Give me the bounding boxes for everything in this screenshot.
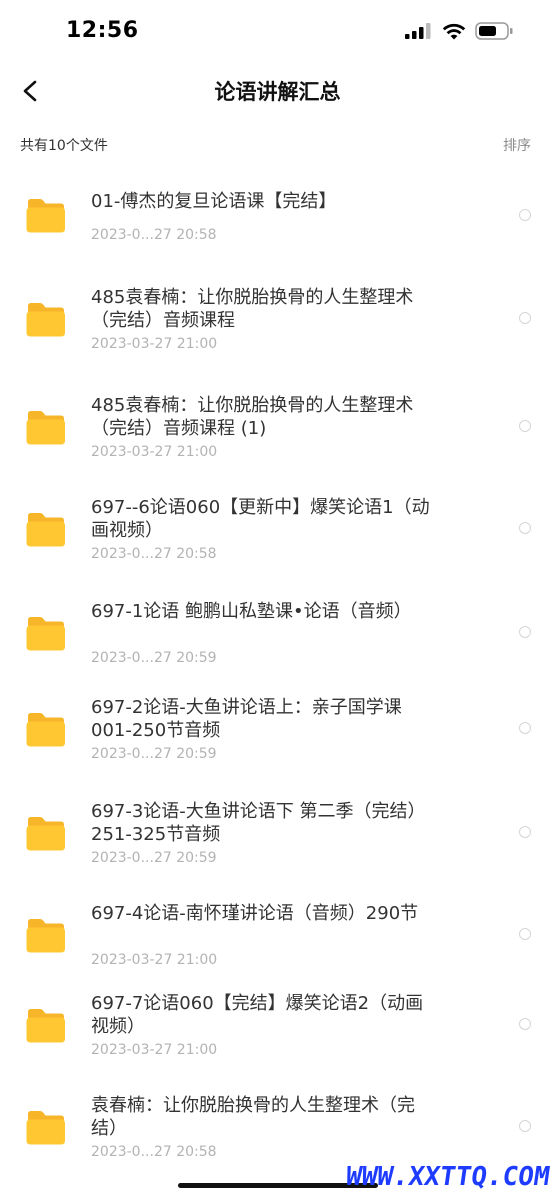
- file-name: 01-傅杰的复旦论语课【完结】: [91, 191, 337, 212]
- status-bar: 12:56: [0, 0, 555, 64]
- watermark: WWW.XXTTQ.COM: [343, 1162, 552, 1192]
- folder-icon: [26, 817, 65, 851]
- file-name: 697--6论语060【更新中】爆笑论语1（动画视频）: [91, 497, 430, 541]
- folder-icon: [26, 713, 65, 747]
- file-date: 2023-0...27 20:59: [91, 746, 217, 762]
- file-list-item[interactable]: 697-7论语060【完结】爆笑论语2（动画视频） 2023-03-27 21:0…: [0, 972, 555, 1072]
- select-radio[interactable]: [519, 1120, 531, 1132]
- file-date: 2023-03-27 21:00: [91, 336, 218, 352]
- select-radio[interactable]: [519, 209, 531, 221]
- file-count: 共有10个文件: [20, 138, 108, 154]
- status-icons: [405, 22, 513, 40]
- file-date: 2023-0...27 20:59: [91, 850, 217, 866]
- file-name: 485袁春楠：让你脱胎换骨的人生整理术（完结）音频课程 (1): [91, 395, 414, 439]
- select-radio[interactable]: [519, 1018, 531, 1030]
- select-radio[interactable]: [519, 522, 531, 534]
- file-name: 697-4论语-南怀瑾讲论语（音频）290节: [91, 903, 419, 924]
- file-list-item[interactable]: 01-傅杰的复旦论语课【完结】 2023-0...27 20:58: [0, 170, 555, 254]
- battery-icon: [475, 22, 513, 40]
- file-list-item[interactable]: 697--6论语060【更新中】爆笑论语1（动画视频） 2023-0...27 2…: [0, 476, 555, 576]
- folder-icon: [26, 617, 65, 651]
- file-list-item[interactable]: 袁春楠：让你脱胎换骨的人生整理术（完结） 2023-0...27 20:58: [0, 1074, 555, 1174]
- sort-button[interactable]: 排序: [503, 135, 531, 155]
- file-list-item[interactable]: 485袁春楠：让你脱胎换骨的人生整理术（完结）音频课程 2023-03-27 21…: [0, 266, 555, 366]
- signal-icon: [405, 23, 431, 39]
- navigation-bar: 论语讲解汇总: [0, 64, 555, 118]
- file-name: 袁春楠：让你脱胎换骨的人生整理术（完结）: [91, 1095, 415, 1139]
- folder-icon: [26, 1111, 65, 1145]
- wifi-icon: [442, 23, 466, 39]
- file-list-item[interactable]: 485袁春楠：让你脱胎换骨的人生整理术（完结）音频课程 (1) 2023-03-2…: [0, 374, 555, 474]
- file-name: 697-7论语060【完结】爆笑论语2（动画视频）: [91, 993, 424, 1037]
- select-radio[interactable]: [519, 722, 531, 734]
- select-radio[interactable]: [519, 420, 531, 432]
- folder-icon: [26, 411, 65, 445]
- file-date: 2023-0...27 20:58: [91, 227, 217, 243]
- folder-icon: [26, 513, 65, 547]
- select-radio[interactable]: [519, 626, 531, 638]
- list-subheader: 共有10个文件 排序: [0, 130, 555, 160]
- select-radio[interactable]: [519, 312, 531, 324]
- file-date: 2023-03-27 21:00: [91, 1042, 218, 1058]
- file-date: 2023-0...27 20:58: [91, 1144, 217, 1160]
- folder-icon: [26, 1009, 65, 1043]
- select-radio[interactable]: [519, 826, 531, 838]
- status-time: 12:56: [66, 18, 139, 43]
- select-radio[interactable]: [519, 928, 531, 940]
- file-date: 2023-03-27 21:00: [91, 444, 218, 460]
- file-name: 697-3论语-大鱼讲论语下 第二季（完结）251-325节音频: [91, 801, 426, 845]
- file-date: 2023-0...27 20:58: [91, 546, 217, 562]
- file-name: 697-1论语 鲍鹏山私塾课•论语（音频）: [91, 601, 412, 622]
- file-list-item[interactable]: 697-4论语-南怀瑾讲论语（音频）290节 2023-03-27 21:00: [0, 882, 555, 982]
- file-list-item[interactable]: 697-1论语 鲍鹏山私塾课•论语（音频） 2023-0...27 20:59: [0, 580, 555, 680]
- file-date: 2023-03-27 21:00: [91, 952, 218, 968]
- page-title: 论语讲解汇总: [214, 80, 341, 104]
- file-name: 485袁春楠：让你脱胎换骨的人生整理术（完结）音频课程: [91, 287, 414, 331]
- folder-icon: [26, 303, 65, 337]
- file-list-item[interactable]: 697-3论语-大鱼讲论语下 第二季（完结）251-325节音频 2023-0..…: [0, 780, 555, 880]
- file-list-item[interactable]: 697-2论语-大鱼讲论语上：亲子国学课001-250节音频 2023-0...2…: [0, 676, 555, 776]
- file-date: 2023-0...27 20:59: [91, 650, 217, 666]
- file-name: 697-2论语-大鱼讲论语上：亲子国学课001-250节音频: [91, 697, 402, 741]
- folder-icon: [26, 919, 65, 953]
- folder-icon: [26, 199, 65, 233]
